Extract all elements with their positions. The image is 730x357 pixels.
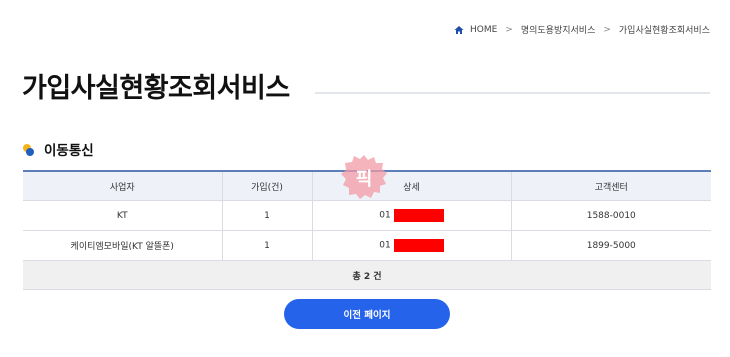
section-title: 이동통신 [44, 143, 94, 159]
stamp-watermark: 픽 [341, 155, 387, 199]
cell-service-center: 1588-0010 [511, 200, 711, 231]
home-icon[interactable] [454, 25, 464, 35]
redaction-bar [393, 209, 444, 222]
cell-detail: 01 [312, 200, 512, 231]
total-count: 총 2 건 [23, 260, 711, 290]
cell-detail: 01 [312, 230, 512, 261]
breadcrumb-item-current: 가입사실현황조회서비스 [618, 26, 710, 36]
chevron-right-icon: > [603, 24, 611, 35]
table-row: KT 1 01 1588-0010 [23, 200, 711, 231]
cell-carrier: 케이티엠모바일(KT 알뜰폰) [23, 230, 223, 261]
cell-service-center: 1899-5000 [511, 230, 711, 261]
cell-carrier: KT [23, 200, 223, 231]
column-header-carrier: 사업자 [23, 170, 223, 201]
page-title: 가입사실현황조회서비스 [22, 73, 290, 104]
previous-page-button[interactable]: 이전 페이지 [284, 299, 450, 329]
cell-count: 1 [222, 230, 313, 261]
section-bullet-icon [22, 142, 36, 156]
section-header: 이동통신 [22, 139, 94, 159]
phone-number-prefix: 01 [379, 240, 391, 251]
table-total-row: 총 2 건 [23, 260, 711, 290]
phone-number-prefix: 01 [379, 210, 391, 221]
table-row: 케이티엠모바일(KT 알뜰폰) 1 01 1899-5000 [23, 230, 711, 261]
title-divider [315, 92, 710, 94]
breadcrumb: HOME > 명의도용방지서비스 > 가입사실현황조회서비스 [454, 23, 710, 36]
chevron-right-icon: > [505, 24, 513, 35]
stamp-text: 픽 [356, 169, 373, 190]
redaction-bar [393, 239, 444, 252]
column-header-service-center: 고객센터 [511, 170, 711, 201]
cell-count: 1 [222, 200, 313, 231]
breadcrumb-item-identity-theft[interactable]: 명의도용방지서비스 [521, 23, 596, 36]
breadcrumb-home-link[interactable]: HOME [470, 25, 497, 35]
column-header-count: 가입(건) [222, 170, 313, 201]
